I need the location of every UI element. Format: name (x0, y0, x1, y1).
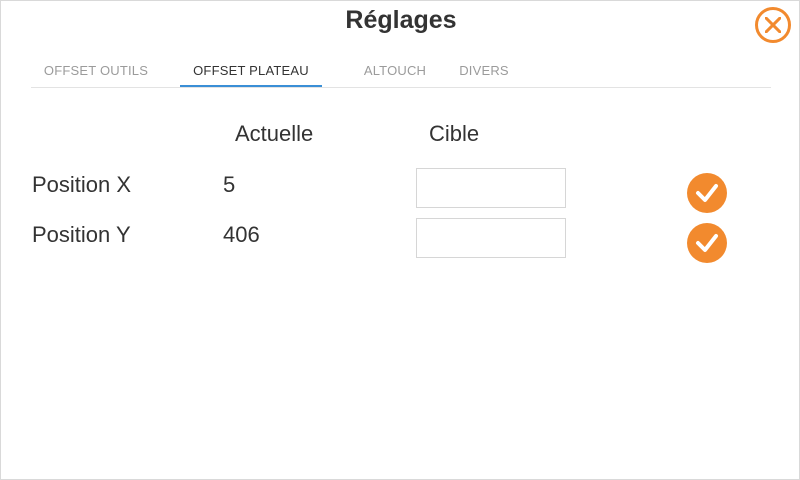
column-header-target: Cible (429, 121, 480, 146)
target-input-position-y[interactable] (416, 218, 566, 258)
tab-altouch[interactable]: ALTOUCH (345, 57, 445, 87)
confirm-button-position-x[interactable] (687, 173, 727, 213)
row-label-position-x: Position X (32, 172, 132, 197)
current-value-position-y: 406 (223, 222, 260, 247)
close-icon (765, 17, 781, 33)
current-value-position-x: 5 (223, 172, 236, 197)
tab-offset-plateau[interactable]: OFFSET PLATEAU (180, 57, 322, 87)
check-icon (696, 184, 718, 202)
column-header-current: Actuelle (235, 121, 314, 146)
close-button[interactable] (755, 7, 791, 43)
confirm-button-position-y[interactable] (687, 223, 727, 263)
check-icon (696, 234, 718, 252)
tab-divers[interactable]: DIVERS (451, 57, 517, 87)
tab-offset-outils[interactable]: OFFSET OUTILS (31, 57, 161, 87)
row-label-position-y: Position Y (32, 222, 131, 247)
dialog-title: Réglages (345, 6, 457, 34)
settings-dialog: Réglages OFFSET OUTILS OFFSET PLATEAU AL… (0, 0, 800, 480)
tab-bar: OFFSET OUTILS OFFSET PLATEAU ALTOUCH DIV… (31, 57, 771, 88)
target-input-position-x[interactable] (416, 168, 566, 208)
